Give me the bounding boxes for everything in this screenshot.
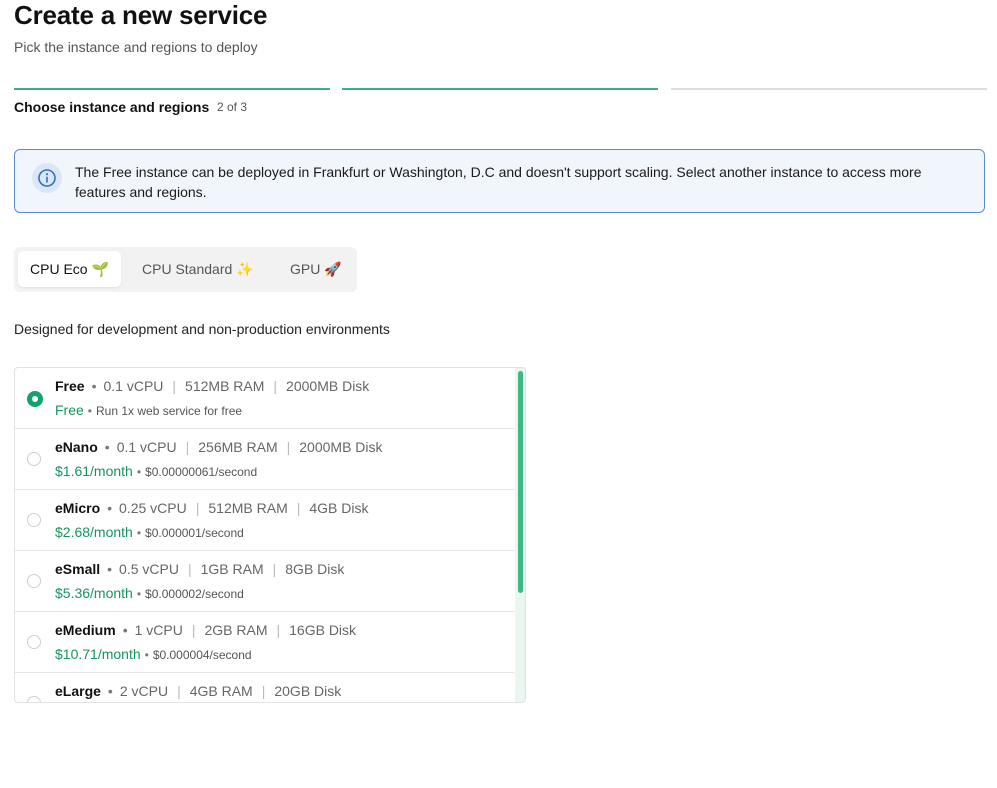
- tab-description: Designed for development and non-product…: [14, 321, 390, 337]
- bullet-separator: •: [91, 378, 97, 394]
- instance-radio[interactable]: [27, 635, 41, 649]
- instance-price: $2.68/month: [55, 524, 133, 540]
- instance-ram: 1GB RAM: [200, 561, 264, 577]
- pipe-separator: |: [272, 561, 277, 577]
- instance-name: eLarge: [55, 683, 101, 699]
- instance-specs: Free • 0.1 vCPU | 512MB RAM | 2000MB Disk: [55, 378, 369, 394]
- instance-specs: eMicro • 0.25 vCPU | 512MB RAM | 4GB Disk: [55, 500, 369, 516]
- instance-ram: 512MB RAM: [185, 378, 265, 394]
- instance-price-detail: $0.000001/second: [145, 526, 244, 540]
- step-3-bar: [671, 88, 987, 90]
- bullet-separator: •: [122, 622, 128, 638]
- instance-vcpu: 1 vCPU: [134, 622, 183, 638]
- pipe-separator: |: [286, 439, 291, 455]
- instance-name: eSmall: [55, 561, 101, 577]
- instance-vcpu: 0.1 vCPU: [103, 378, 164, 394]
- pipe-separator: |: [172, 378, 177, 394]
- bullet-separator: •: [144, 648, 149, 662]
- instance-row-elarge[interactable]: eLarge • 2 vCPU | 4GB RAM | 20GB Disk: [15, 673, 514, 702]
- instance-radio[interactable]: [27, 513, 41, 527]
- bullet-separator: •: [136, 465, 142, 479]
- progress-stepper: [14, 88, 987, 90]
- tab-gpu[interactable]: GPU 🚀: [278, 251, 354, 287]
- step-label: Choose instance and regions: [14, 99, 210, 115]
- pipe-separator: |: [273, 378, 278, 394]
- instance-radio[interactable]: [27, 391, 43, 407]
- instance-row-esmall[interactable]: eSmall • 0.5 vCPU | 1GB RAM | 8GB Disk $5.36/mo…: [15, 551, 514, 612]
- step-count: 2 of 3: [217, 100, 248, 114]
- pipe-separator: |: [187, 561, 192, 577]
- instance-name: Free: [55, 378, 85, 394]
- pipe-separator: |: [296, 500, 301, 516]
- bullet-separator: •: [87, 404, 92, 418]
- instance-price: $1.61/month: [55, 463, 133, 479]
- step-1-bar: [14, 88, 330, 90]
- instance-pricing: Free • Run 1x web service for free: [55, 402, 242, 418]
- page-subtitle: Pick the instance and regions to deploy: [14, 39, 258, 55]
- instance-vcpu: 0.25 vCPU: [119, 500, 187, 516]
- bullet-separator: •: [104, 439, 110, 455]
- instance-row-free[interactable]: Free • 0.1 vCPU | 512MB RAM | 2000MB Disk Free •…: [15, 368, 514, 429]
- instance-name: eNano: [55, 439, 98, 455]
- scrollbar-thumb[interactable]: [518, 371, 523, 593]
- instance-radio[interactable]: [27, 574, 41, 588]
- instance-vcpu: 0.5 vCPU: [119, 561, 179, 577]
- instance-disk: 20GB Disk: [274, 683, 342, 699]
- alert-text: The Free instance can be deployed in Fra…: [75, 164, 922, 200]
- pipe-separator: |: [177, 683, 181, 699]
- instance-specs: eSmall • 0.5 vCPU | 1GB RAM | 8GB Disk: [55, 561, 344, 577]
- instance-vcpu: 0.1 vCPU: [116, 439, 177, 455]
- instance-pricing: $5.36/month • $0.000002/second: [55, 585, 244, 601]
- instance-ram: 256MB RAM: [198, 439, 278, 455]
- instance-ram: 2GB RAM: [204, 622, 268, 638]
- bullet-separator: •: [107, 500, 113, 516]
- pipe-separator: |: [191, 622, 196, 638]
- tab-cpu-standard[interactable]: CPU Standard ✨: [130, 251, 266, 287]
- instance-pricing: $10.71/month • $0.000004/second: [55, 646, 252, 662]
- instance-pricing: $2.68/month • $0.000001/second: [55, 524, 244, 540]
- instance-ram: 4GB RAM: [189, 683, 253, 699]
- instance-disk: 8GB Disk: [285, 561, 345, 577]
- instance-row-emedium[interactable]: eMedium • 1 vCPU | 2GB RAM | 16GB Disk $10.71/m…: [15, 612, 514, 673]
- instance-disk: 2000MB Disk: [286, 378, 370, 394]
- instance-type-tabs: CPU Eco 🌱 CPU Standard ✨ GPU 🚀: [14, 247, 357, 292]
- pipe-separator: |: [276, 622, 281, 638]
- instance-disk: 16GB Disk: [289, 622, 357, 638]
- info-icon: [32, 163, 62, 193]
- instance-price-detail: Run 1x web service for free: [96, 404, 243, 418]
- instance-price-detail: $0.00000061/second: [145, 465, 258, 479]
- instance-price-detail: $0.000002/second: [145, 587, 244, 601]
- instance-disk: 4GB Disk: [309, 500, 369, 516]
- instance-pricing: $1.61/month • $0.00000061/second: [55, 463, 257, 479]
- instance-name: eMicro: [55, 500, 101, 516]
- bullet-separator: •: [107, 683, 113, 699]
- pipe-separator: |: [261, 683, 266, 699]
- instance-price-detail: $0.000004/second: [152, 648, 252, 662]
- instance-price: Free: [55, 402, 84, 418]
- bullet-separator: •: [136, 587, 142, 601]
- pipe-separator: |: [185, 439, 190, 455]
- page-title: Create a new service: [14, 0, 268, 30]
- instance-radio[interactable]: [27, 696, 41, 702]
- instance-specs: eNano • 0.1 vCPU | 256MB RAM | 2000MB Disk: [55, 439, 383, 455]
- instance-list: Free • 0.1 vCPU | 512MB RAM | 2000MB Disk Free •…: [14, 367, 526, 703]
- instance-row-emicro[interactable]: eMicro • 0.25 vCPU | 512MB RAM | 4GB Disk $2.68…: [15, 490, 514, 551]
- instance-row-enano[interactable]: eNano • 0.1 vCPU | 256MB RAM | 2000MB Disk $1.6…: [15, 429, 514, 490]
- instance-name: eMedium: [55, 622, 116, 638]
- tab-cpu-eco[interactable]: CPU Eco 🌱: [18, 251, 121, 287]
- instance-disk: 2000MB Disk: [299, 439, 383, 455]
- scrollbar-track[interactable]: [515, 368, 525, 702]
- pipe-separator: |: [195, 500, 200, 516]
- instance-radio[interactable]: [27, 452, 41, 466]
- instance-vcpu: 2 vCPU: [119, 683, 169, 699]
- step-2-bar: [342, 88, 658, 90]
- info-alert: The Free instance can be deployed in Fra…: [14, 149, 985, 213]
- bullet-separator: •: [107, 561, 113, 577]
- bullet-separator: •: [136, 526, 142, 540]
- instance-ram: 512MB RAM: [208, 500, 288, 516]
- instance-price: $5.36/month: [55, 585, 133, 601]
- instance-specs: eMedium • 1 vCPU | 2GB RAM | 16GB Disk: [55, 622, 356, 638]
- instance-specs: eLarge • 2 vCPU | 4GB RAM | 20GB Disk: [55, 683, 341, 699]
- instance-price: $10.71/month: [55, 646, 141, 662]
